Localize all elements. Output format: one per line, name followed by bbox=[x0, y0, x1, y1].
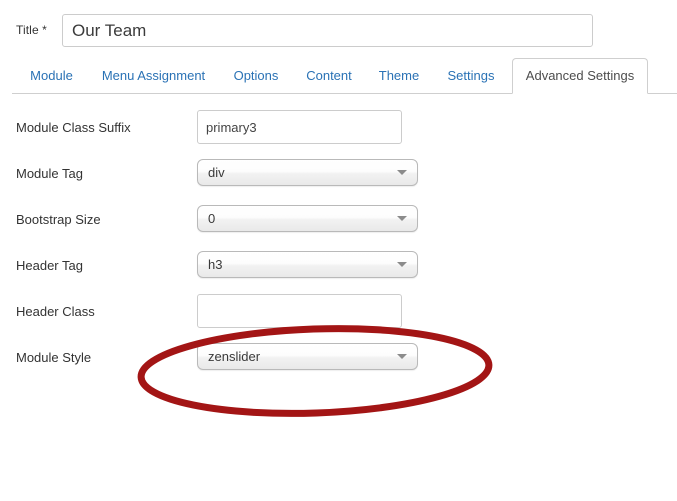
input-module-class-suffix[interactable] bbox=[197, 110, 402, 144]
form-row-bootstrap-size: Bootstrap Size 0 bbox=[0, 198, 677, 244]
form-row-module-class-suffix: Module Class Suffix bbox=[0, 106, 677, 152]
tab-menu-assignment[interactable]: Menu Assignment bbox=[91, 58, 216, 93]
select-module-style-box[interactable] bbox=[197, 343, 418, 370]
label-bootstrap-size: Bootstrap Size bbox=[16, 212, 101, 227]
label-module-style: Module Style bbox=[16, 350, 92, 365]
title-input[interactable] bbox=[62, 14, 593, 47]
input-header-class[interactable] bbox=[197, 294, 402, 328]
label-header-tag: Header Tag bbox=[16, 258, 83, 273]
tab-content[interactable]: Content bbox=[298, 58, 360, 93]
form-row-module-tag: Module Tag div bbox=[0, 152, 677, 198]
tab-bar-underline-right bbox=[648, 93, 677, 94]
select-header-tag[interactable]: h3 bbox=[197, 251, 418, 278]
tab-theme[interactable]: Theme bbox=[373, 58, 425, 93]
tab-module[interactable]: Module bbox=[24, 58, 79, 93]
tab-options[interactable]: Options bbox=[226, 58, 286, 93]
tab-settings[interactable]: Settings bbox=[440, 58, 502, 93]
title-label: Title * bbox=[16, 23, 47, 37]
select-module-tag[interactable]: div bbox=[197, 159, 418, 186]
tab-bar-underline-left bbox=[12, 93, 513, 94]
select-bootstrap-size[interactable]: 0 bbox=[197, 205, 418, 232]
form-row-header-tag: Header Tag h3 bbox=[0, 244, 677, 290]
select-bootstrap-size-box[interactable] bbox=[197, 205, 418, 232]
advanced-settings-form: Module Class Suffix Module Tag div Boots… bbox=[0, 106, 677, 382]
select-header-tag-box[interactable] bbox=[197, 251, 418, 278]
select-module-style[interactable]: zenslider bbox=[197, 343, 418, 370]
label-module-tag: Module Tag bbox=[16, 166, 83, 181]
title-row: Title * bbox=[0, 14, 677, 48]
label-header-class: Header Class bbox=[16, 304, 95, 319]
form-row-module-style: Module Style zenslider bbox=[0, 336, 677, 382]
label-module-class-suffix: Module Class Suffix bbox=[16, 120, 131, 135]
tab-bar: Module Menu Assignment Options Content T… bbox=[0, 58, 677, 94]
form-row-header-class: Header Class bbox=[0, 290, 677, 336]
select-module-tag-box[interactable] bbox=[197, 159, 418, 186]
tab-advanced-settings[interactable]: Advanced Settings bbox=[512, 58, 648, 94]
